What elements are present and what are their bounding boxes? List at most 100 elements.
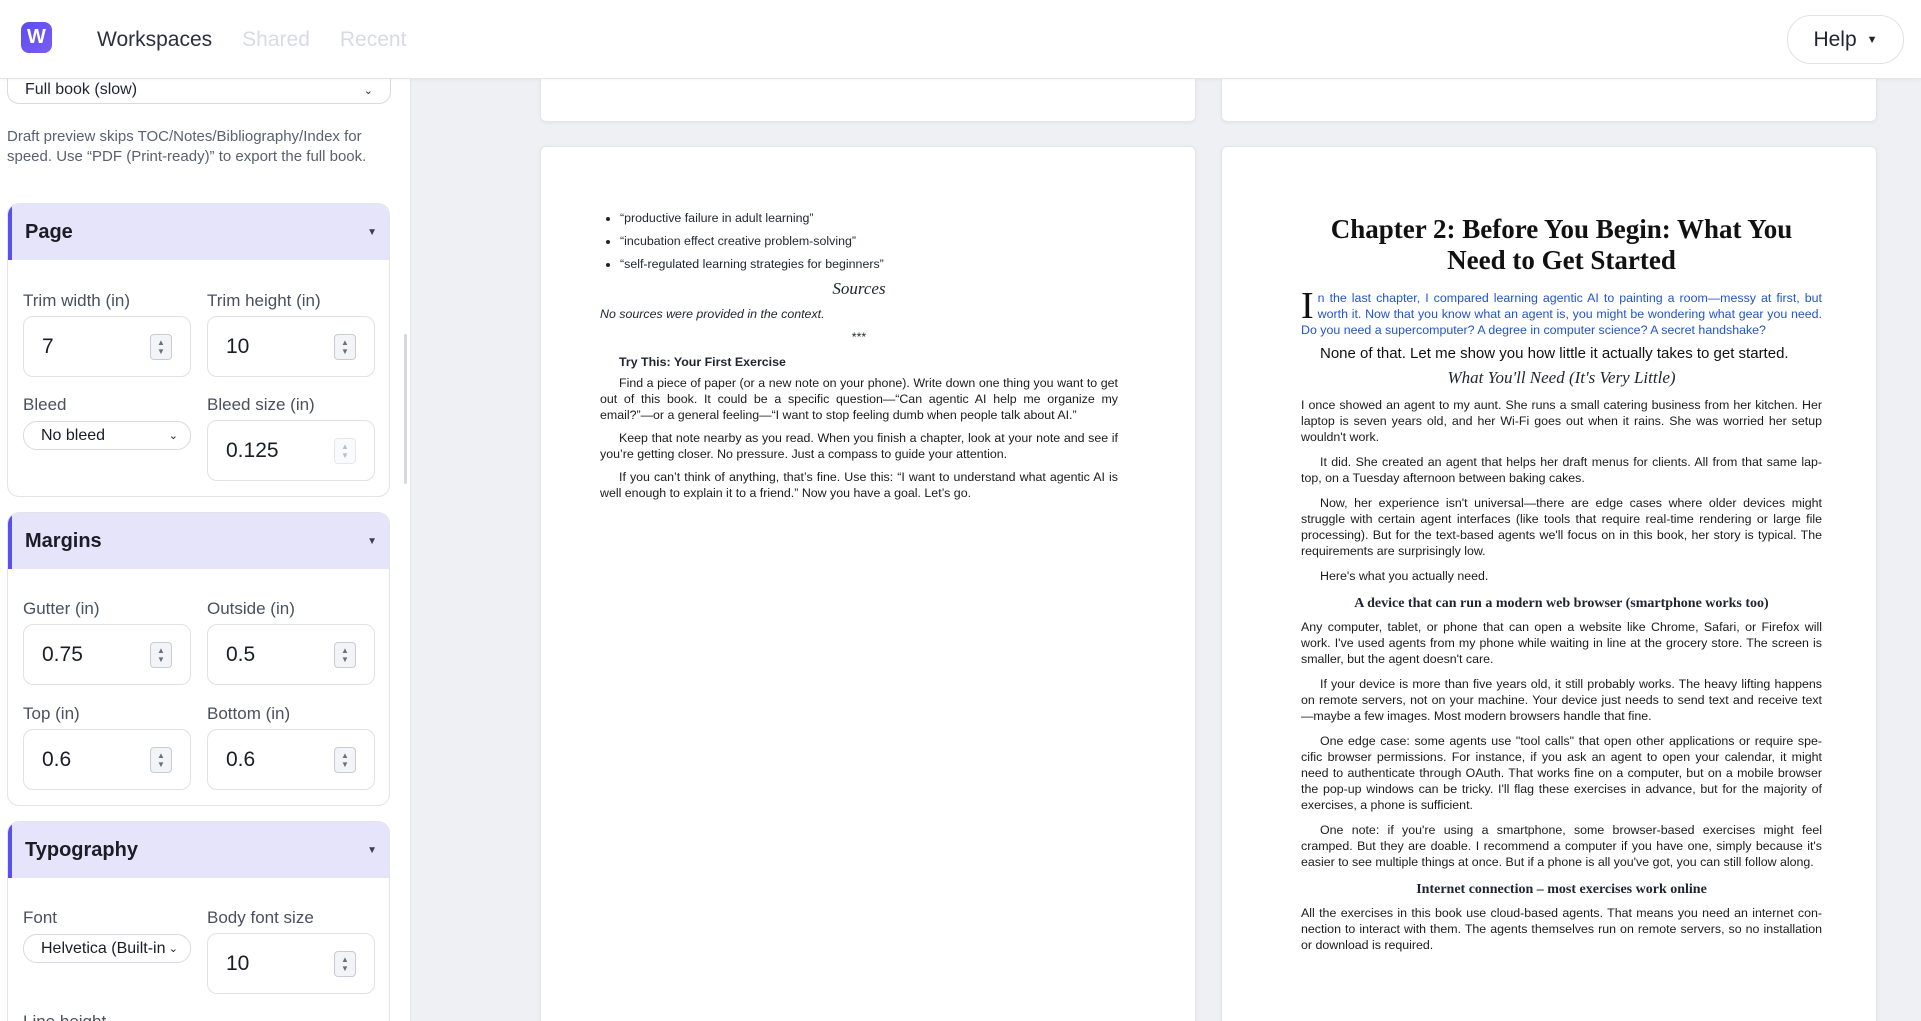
list-item: “productive failure in adult learning” — [620, 210, 1118, 226]
chevron-down-icon: ⌄ — [168, 943, 178, 955]
chapter-title: Chapter 2: Before You Begin: What You Ne… — [1330, 214, 1793, 275]
trim-width-value: 7 — [42, 334, 54, 358]
paragraph: I once showed an agent to my aunt. She r… — [1301, 398, 1822, 444]
list-item: “self-regulated learning strategies for … — [620, 256, 1118, 272]
page-29: Chapter 2: Before You Begin: What You Ne… — [1221, 146, 1877, 1021]
main-nav: Workspaces Shared Recent — [97, 0, 406, 79]
paragraph: Any computer, tablet, or phone that can … — [1301, 620, 1822, 666]
page-section-header[interactable]: Page ▼ — [8, 204, 389, 260]
list-item: “incubation effect creative problem-solv… — [620, 233, 1118, 249]
outside-label: Outside (in) — [207, 599, 295, 618]
top-bar: W Workspaces Shared Recent Help ▼ — [0, 0, 1921, 79]
search-terms-list: “productive failure in adult learning” “… — [600, 210, 1118, 272]
chevron-down-icon: ⌄ — [363, 84, 373, 97]
bleed-size-input[interactable]: 0.125 ▲ ▼ — [207, 420, 375, 481]
help-label: Help — [1813, 27, 1857, 51]
collapse-caret-icon: ▼ — [367, 226, 377, 238]
no-sources-note: No sources were provided in the context. — [600, 307, 825, 321]
paragraph: All the exercises in this book use cloud… — [1301, 906, 1822, 952]
subsection-heading: A device that can run a modern web brows… — [1354, 596, 1769, 611]
outside-input[interactable]: 0.5 ▲ ▼ — [207, 624, 375, 685]
section-title: Typography — [25, 838, 138, 861]
opening-text: n the last chapter, I compared learning … — [1301, 291, 1822, 337]
margins-section: Margins ▼ Gutter (in) 0.75 ▲ ▼ Outside (i… — [7, 512, 390, 806]
stepper-icon[interactable]: ▲ ▼ — [150, 746, 172, 773]
trim-height-value: 10 — [226, 334, 250, 358]
paragraph: One note: if you're using a smartphone, … — [1301, 823, 1822, 869]
page-28: “productive failure in adult learning” “… — [540, 146, 1196, 1021]
bleed-size-label: Bleed size (in) — [207, 395, 315, 414]
section-title: Margins — [25, 529, 102, 552]
paragraph: If you can’t think of anything, that’s f… — [600, 470, 1118, 500]
stepper-icon[interactable]: ▲ ▼ — [334, 333, 356, 360]
nav-shared[interactable]: Shared — [242, 28, 310, 52]
paragraph: Find a piece of paper (or a new note on … — [600, 376, 1118, 422]
bleed-size-value: 0.125 — [226, 438, 279, 462]
paragraph: Here's what you actually need. — [1320, 569, 1489, 583]
caret-down-icon: ▼ — [1866, 33, 1878, 46]
nav-workspaces[interactable]: Workspaces — [97, 28, 212, 52]
nav-recent[interactable]: Recent — [340, 28, 407, 52]
chevron-down-icon: ⌄ — [168, 430, 178, 442]
stepper-icon[interactable]: ▲ ▼ — [334, 950, 356, 977]
font-value: Helvetica (Built-in) — [41, 939, 165, 957]
page-28-content: “productive failure in adult learning” “… — [600, 210, 1118, 508]
collapse-caret-icon: ▼ — [367, 535, 377, 547]
trim-width-input[interactable]: 7 ▲ ▼ — [23, 316, 191, 377]
font-size-label: Body font size — [207, 908, 314, 927]
top-margin-label: Top (in) — [23, 704, 80, 723]
settings-sidebar: Full book (slow) ⌄ Draft preview skips T… — [0, 79, 411, 1021]
margins-section-header[interactable]: Margins ▼ — [8, 513, 389, 569]
preview-mode-select[interactable]: Full book (slow) ⌄ — [7, 79, 391, 104]
scene-separator: *** — [851, 330, 867, 344]
page-29-content: Chapter 2: Before You Begin: What You Ne… — [1301, 214, 1822, 962]
top-margin-input[interactable]: 0.6 ▲ ▼ — [23, 729, 191, 790]
stepper-icon[interactable]: ▲ ▼ — [150, 333, 172, 360]
typography-section-header[interactable]: Typography ▼ — [8, 822, 389, 878]
gutter-input[interactable]: 0.75 ▲ ▼ — [23, 624, 191, 685]
subsection-heading: Internet connection – most exercises wor… — [1416, 882, 1707, 897]
font-select[interactable]: Helvetica (Built-in) ⌄ — [23, 934, 191, 963]
stepper-icon[interactable]: ▲ ▼ — [150, 641, 172, 668]
drop-cap: I — [1301, 285, 1314, 327]
bottom-margin-input[interactable]: 0.6 ▲ ▼ — [207, 729, 375, 790]
app-logo[interactable]: W — [21, 22, 52, 53]
paragraph: Now, her experience isn't universal—ther… — [1301, 496, 1822, 558]
preview-mode-value: Full book (slow) — [25, 81, 138, 98]
paragraph: Keep that note nearby as you read. When … — [600, 431, 1118, 461]
outside-value: 0.5 — [226, 642, 256, 666]
typography-section: Typography ▼ Font Helvetica (Built-in) ⌄… — [7, 821, 390, 1021]
gutter-label: Gutter (in) — [23, 599, 100, 618]
page-section: Page ▼ Trim width (in) 7 ▲ ▼ Trim height … — [7, 203, 390, 497]
exercise-title: Try This: Your First Exercise — [619, 355, 786, 369]
stepper-icon[interactable]: ▲ ▼ — [334, 746, 356, 773]
stepper-icon: ▲ ▼ — [334, 437, 356, 464]
bottom-margin-value: 0.6 — [226, 747, 256, 771]
collapse-caret-icon: ▼ — [367, 844, 377, 856]
gutter-value: 0.75 — [42, 642, 83, 666]
font-size-input[interactable]: 10 ▲ ▼ — [207, 933, 375, 994]
paragraph: One edge case: some agents use "tool cal… — [1301, 734, 1822, 812]
bleed-select[interactable]: No bleed ⌄ — [23, 421, 191, 450]
trim-height-input[interactable]: 10 ▲ ▼ — [207, 316, 375, 377]
section-title: Page — [25, 220, 73, 243]
sources-heading: Sources — [832, 279, 886, 298]
bleed-label: Bleed — [23, 395, 67, 414]
paragraph: If your device is more than five years o… — [1301, 677, 1822, 723]
line-height-label: Line height — [23, 1012, 106, 1021]
top-margin-value: 0.6 — [42, 747, 72, 771]
preview-hint: Draft preview skips TOC/Notes/Bibliograp… — [7, 128, 367, 165]
bleed-value: No bleed — [41, 426, 106, 444]
opening-paragraph: In the last chapter, I compared learning… — [1301, 285, 1822, 338]
section-heading: What You'll Need (It's Very Little) — [1447, 368, 1676, 387]
help-button[interactable]: Help ▼ — [1787, 15, 1904, 64]
trim-height-label: Trim height (in) — [207, 291, 321, 310]
paragraph: It did. She created an agent that helps … — [1301, 455, 1822, 485]
bottom-margin-label: Bottom (in) — [207, 704, 291, 723]
font-label: Font — [23, 908, 58, 927]
sidebar-scrollbar[interactable] — [404, 334, 407, 484]
font-size-value: 10 — [226, 951, 250, 975]
stepper-icon[interactable]: ▲ ▼ — [334, 641, 356, 668]
lead-sentence: None of that. Let me show you how little… — [1320, 345, 1789, 362]
trim-width-label: Trim width (in) — [23, 291, 131, 310]
